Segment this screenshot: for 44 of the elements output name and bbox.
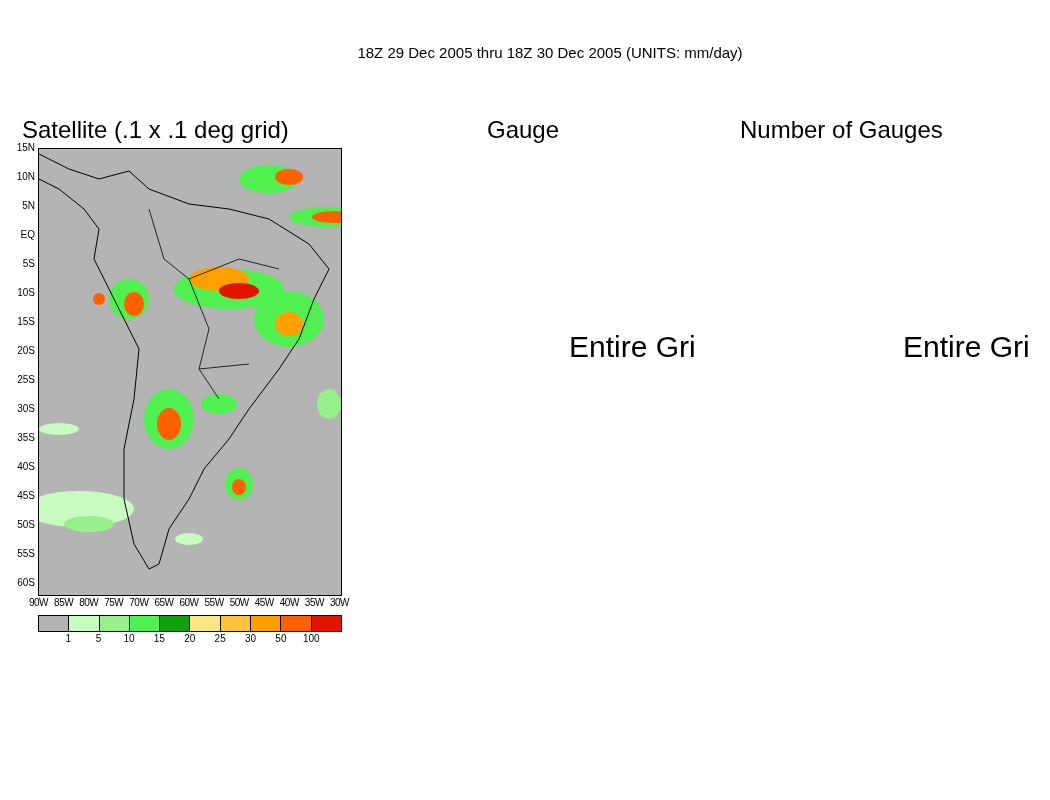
panel-message: Entire Gri [903, 329, 1030, 363]
axis-tick-label: 90W [29, 595, 49, 610]
panel-title: Satellite (.1 x .1 deg grid) [22, 115, 289, 143]
axis-tick-label: 85W [54, 595, 74, 610]
axis-tick-label: 35W [304, 595, 324, 610]
axis-tick-label: 10N [16, 170, 36, 183]
axis-tick-label: 50W [229, 595, 249, 610]
axis-tick-label: 60W [179, 595, 199, 610]
panel-title: Gauge [487, 115, 560, 143]
axis-tick-label: 40W [279, 595, 299, 610]
axis-tick-label: 70W [129, 595, 149, 610]
legend-label: 10 [123, 631, 135, 646]
axis-tick-label: 25S [17, 374, 36, 386]
axis-tick-label: 55W [204, 595, 224, 610]
axis-tick-label: 50S [17, 519, 36, 532]
axis-tick-label: 15S [17, 315, 36, 328]
panel-message: Entire Gri [569, 329, 696, 363]
legend-label: 20 [184, 631, 196, 646]
plot-title: 18Z 29 Dec 2005 thru 18Z 30 Dec 2005 (UNITS: mm/day) [356, 43, 743, 63]
axis-tick-label: 15N [16, 141, 36, 154]
axis-tick-label: 30W [329, 595, 349, 610]
legend-label: 100 [302, 631, 320, 646]
legend-label: 50 [275, 631, 287, 646]
axis-tick-label: 80W [79, 595, 99, 610]
axis-tick-label: 55S [17, 548, 36, 561]
legend-label: 25 [214, 631, 226, 646]
axis-tick-label: 60S [17, 577, 36, 590]
axis-tick-label: 35S [17, 432, 36, 445]
legend-label: 15 [153, 631, 165, 646]
legend-label: 5 [95, 631, 102, 646]
axis-tick-label: 65W [154, 595, 174, 610]
axis-tick-label: 5N [22, 199, 36, 212]
axis-tick-label: 40S [17, 461, 36, 474]
axis-tick-label: 20S [17, 344, 36, 357]
axis-tick-label: 75W [104, 595, 124, 610]
axis-tick-label: 5S [22, 257, 36, 270]
axis-tick-label: EQ [20, 228, 36, 241]
axis-tick-label: 45S [17, 490, 36, 503]
axis-tick-label: 45W [254, 595, 274, 610]
legend-label: 30 [244, 631, 257, 646]
legend-label: 1 [65, 631, 71, 646]
axis-tick-label: 10S [17, 286, 36, 299]
panel-title: Number of Gauges [740, 115, 943, 143]
axis-tick-label: 30S [17, 403, 36, 416]
